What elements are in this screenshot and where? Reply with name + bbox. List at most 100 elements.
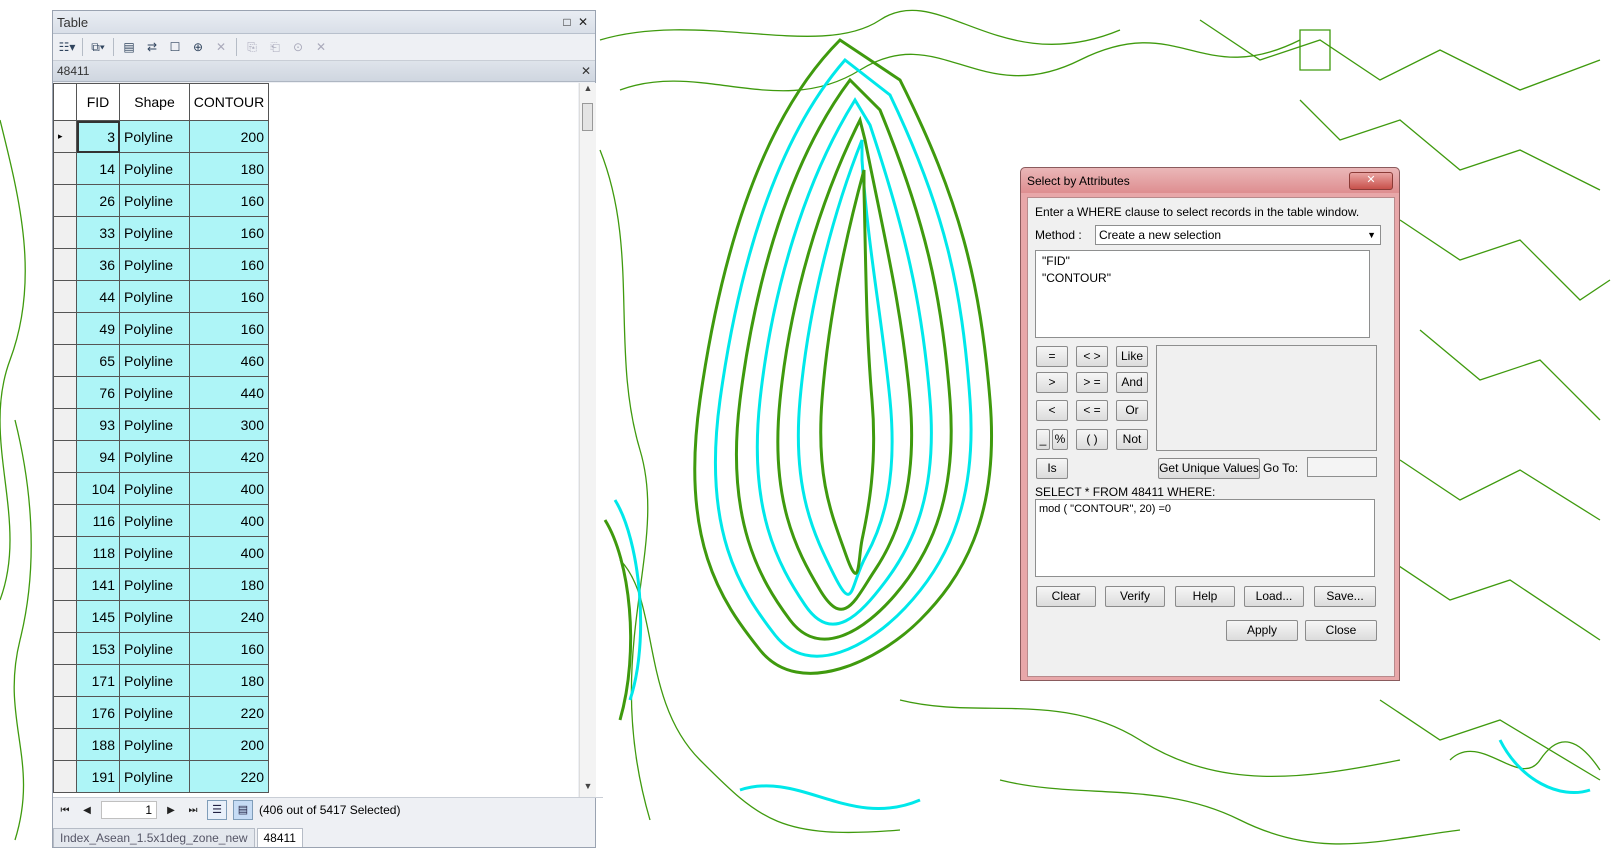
cell-shape[interactable]: Polyline [119,216,190,249]
cell-shape[interactable]: Polyline [119,184,190,217]
row-selector[interactable] [53,568,77,601]
table-row[interactable]: 116 Polyline 400 [53,504,269,537]
cell-shape[interactable]: Polyline [119,152,190,185]
cell-contour[interactable]: 300 [189,408,269,441]
operator-not-equal-button[interactable]: < > [1076,346,1108,367]
operator-percent-button[interactable]: % [1052,429,1068,450]
table-row[interactable]: 118 Polyline 400 [53,536,269,569]
cell-contour[interactable]: 180 [189,664,269,697]
cell-fid[interactable]: 36 [76,248,120,281]
cell-fid[interactable]: 49 [76,312,120,345]
operator-greater-button[interactable]: > [1036,372,1068,393]
operator-and-button[interactable]: And [1116,372,1148,393]
delete-icon[interactable]: ✕ [311,37,331,57]
cell-fid[interactable]: 118 [76,536,120,569]
method-select[interactable]: Create a new selection ▼ [1095,225,1381,245]
cell-contour[interactable]: 420 [189,440,269,473]
cell-shape[interactable]: Polyline [119,440,190,473]
related-tables-icon[interactable]: ⧉▾ [88,37,108,57]
clear-selection-icon[interactable]: ☐ [165,37,185,57]
operator-is-button[interactable]: Is [1036,458,1068,479]
row-selector[interactable] [53,408,77,441]
cell-shape[interactable]: Polyline [119,472,190,505]
cell-fid[interactable]: 93 [76,408,120,441]
cell-shape[interactable]: Polyline [119,408,190,441]
vertical-scrollbar[interactable]: ▲ ▼ [579,83,596,797]
field-item-contour[interactable]: "CONTOUR" [1036,271,1369,285]
cell-contour[interactable]: 400 [189,472,269,505]
cell-shape[interactable]: Polyline [119,600,190,633]
verify-button[interactable]: Verify [1105,586,1165,607]
cell-shape[interactable]: Polyline [119,728,190,761]
cell-shape[interactable]: Polyline [119,568,190,601]
operator-equals-button[interactable]: = [1036,346,1068,367]
table-row[interactable]: 176 Polyline 220 [53,696,269,729]
row-selector[interactable] [53,184,77,217]
cell-contour[interactable]: 220 [189,696,269,729]
zoom-to-icon[interactable]: ⊙ [288,37,308,57]
next-record-icon[interactable]: ▶ [163,805,179,816]
zoom-to-selected-icon[interactable]: ⊕ [188,37,208,57]
cell-fid[interactable]: 104 [76,472,120,505]
cell-contour[interactable]: 160 [189,248,269,281]
cell-fid[interactable]: 76 [76,376,120,409]
column-header-shape[interactable]: Shape [119,83,190,121]
row-selector[interactable] [53,216,77,249]
cell-fid[interactable]: 188 [76,728,120,761]
fields-list[interactable]: "FID" "CONTOUR" [1035,250,1370,338]
cell-shape[interactable]: Polyline [119,760,190,793]
table-row[interactable]: 153 Polyline 160 [53,632,269,665]
row-selector[interactable] [53,728,77,761]
cell-fid[interactable]: 116 [76,504,120,537]
clear-button[interactable]: Clear [1036,586,1096,607]
copy-selected-icon[interactable]: ⎘ [242,37,262,57]
tab-index-asean[interactable]: Index_Asean_1.5x1deg_zone_new [53,828,255,847]
table-row[interactable]: ▸ 3 Polyline 200 [53,120,269,153]
row-selector[interactable] [53,760,77,793]
table-row[interactable]: 94 Polyline 420 [53,440,269,473]
load-button[interactable]: Load... [1244,586,1304,607]
cell-fid[interactable]: 33 [76,216,120,249]
table-row[interactable]: 93 Polyline 300 [53,408,269,441]
table-row[interactable]: 33 Polyline 160 [53,216,269,249]
row-selector[interactable] [53,632,77,665]
current-record-input[interactable]: 1 [101,801,157,819]
cell-contour[interactable]: 160 [189,216,269,249]
cell-fid[interactable]: 65 [76,344,120,377]
scroll-thumb[interactable] [582,103,593,131]
table-row[interactable]: 191 Polyline 220 [53,760,269,793]
table-row[interactable]: 188 Polyline 200 [53,728,269,761]
maximize-icon[interactable]: □ [559,15,575,29]
cell-contour[interactable]: 180 [189,152,269,185]
previous-record-icon[interactable]: ◀ [79,805,95,816]
cell-shape[interactable]: Polyline [119,376,190,409]
cell-shape[interactable]: Polyline [119,120,190,153]
scroll-up-icon[interactable]: ▲ [580,83,596,99]
row-selector[interactable] [53,248,77,281]
dialog-close-icon[interactable]: ✕ [1349,171,1393,190]
table-options-icon[interactable]: ☷▾ [57,37,77,57]
row-selector[interactable] [53,472,77,505]
scroll-down-icon[interactable]: ▼ [580,781,596,797]
cell-fid[interactable]: 94 [76,440,120,473]
operator-or-button[interactable]: Or [1116,400,1148,421]
cell-fid[interactable]: 14 [76,152,120,185]
cell-fid[interactable]: 26 [76,184,120,217]
cell-contour[interactable]: 160 [189,280,269,313]
help-button[interactable]: Help [1175,586,1235,607]
table-row[interactable]: 141 Polyline 180 [53,568,269,601]
cell-contour[interactable]: 400 [189,504,269,537]
column-header-contour[interactable]: CONTOUR [189,83,269,121]
row-selector[interactable] [53,312,77,345]
cell-fid[interactable]: 3 [76,120,120,153]
operator-greater-equal-button[interactable]: > = [1076,372,1108,393]
table-row[interactable]: 44 Polyline 160 [53,280,269,313]
operator-parentheses-button[interactable]: ( ) [1076,429,1108,450]
table-row[interactable]: 145 Polyline 240 [53,600,269,633]
cell-fid[interactable]: 171 [76,664,120,697]
switch-selection-icon[interactable]: ⇄ [142,37,162,57]
get-unique-values-button[interactable]: Get Unique Values [1158,458,1260,479]
table-row[interactable]: 36 Polyline 160 [53,248,269,281]
cell-shape[interactable]: Polyline [119,696,190,729]
goto-input[interactable] [1307,457,1377,477]
